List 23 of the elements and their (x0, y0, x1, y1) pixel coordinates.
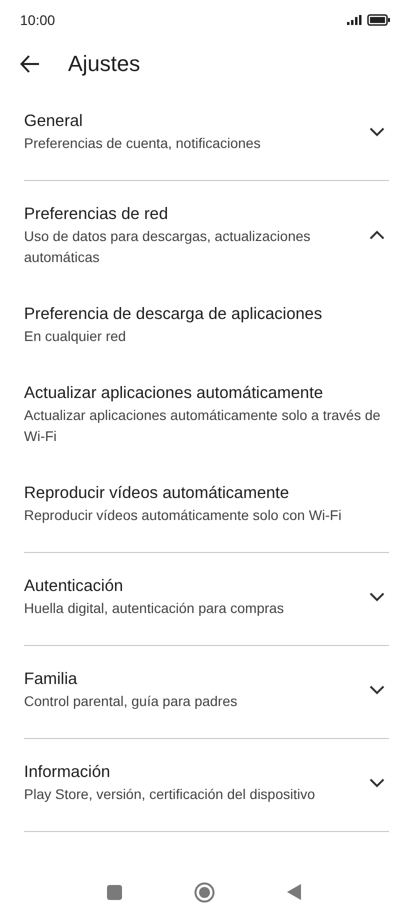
page-title: Ajustes (68, 51, 140, 77)
setting-subtitle: Actualizar aplicaciones automáticamente solo a través de Wi-Fi (24, 406, 381, 446)
setting-title[interactable]: Preferencia de descarga de aplicaciones (24, 302, 381, 326)
setting-subtitle: En cualquier red (24, 327, 127, 346)
status-time: 10:00 (20, 12, 56, 28)
battery-icon (367, 14, 391, 26)
section-title[interactable]: Autenticación (24, 574, 353, 598)
back-icon[interactable] (286, 884, 300, 900)
section-subtitle: Preferencias de cuenta, notificaciones (24, 134, 262, 153)
section-title[interactable]: Preferencias de red (24, 202, 353, 226)
section-subtitle: Uso de datos para descargas, actualizaciones automáticas (24, 227, 312, 267)
section-subtitle: Control parental, guía para padres (24, 692, 238, 711)
signal-icon (347, 15, 363, 25)
section-title[interactable]: Familia (24, 667, 353, 691)
section-title[interactable]: General (24, 109, 353, 133)
setting-subtitle: Reproducir vídeos automáticamente solo con Wi-Fi (24, 506, 342, 525)
section-subtitle: Huella digital, autenticación para compras (24, 599, 285, 618)
home-icon[interactable] (194, 882, 214, 902)
setting-title[interactable]: Actualizar aplicaciones automáticamente (24, 381, 381, 405)
recents-icon[interactable] (106, 884, 122, 900)
section-subtitle: Play Store, versión, certificación del dispositivo (24, 785, 316, 804)
section-title[interactable]: Información (24, 760, 353, 784)
setting-title[interactable]: Reproducir vídeos automáticamente (24, 481, 381, 505)
